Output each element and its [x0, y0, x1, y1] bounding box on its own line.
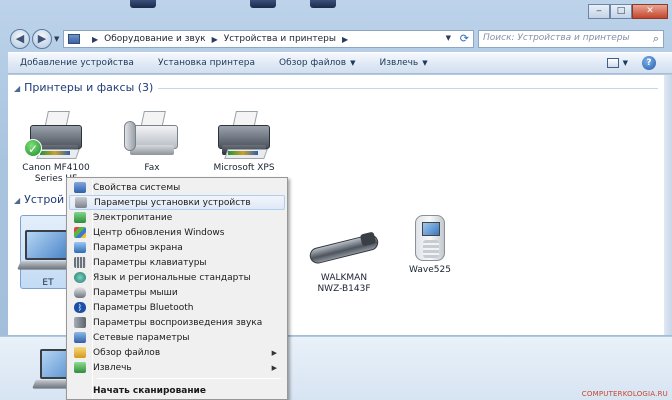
view-dropdown-icon[interactable]: ▼	[623, 59, 628, 67]
mouse-icon	[74, 287, 86, 298]
submenu-arrow-icon: ▶	[271, 348, 277, 357]
eject-button[interactable]: Извлечь ▼	[368, 58, 440, 68]
content-scrollbar[interactable]	[664, 75, 672, 335]
context-menu: Свойства системы Параметры установки уст…	[66, 177, 288, 400]
control-panel-icon	[68, 34, 80, 44]
collapse-arrow-icon[interactable]: ◢	[14, 84, 20, 93]
menu-item-bluetooth-settings[interactable]: ᛒ Параметры Bluetooth	[69, 300, 285, 315]
printer-canon[interactable]: ✓ Canon MF4100 Series UF	[18, 111, 94, 185]
breadcrumb-separator-icon[interactable]: ▶	[212, 35, 218, 44]
menu-item-start-scan[interactable]: Начать сканирование	[69, 383, 285, 398]
menu-item-region-language[interactable]: Язык и региональные стандарты	[69, 270, 285, 285]
add-device-button[interactable]: Добавление устройства	[8, 58, 146, 68]
search-placeholder: Поиск: Устройства и принтеры	[483, 33, 630, 43]
group-divider	[158, 88, 658, 89]
group-header-printers[interactable]: ◢ Принтеры и факсы (3)	[14, 81, 153, 94]
keyboard-icon	[74, 257, 86, 268]
close-button[interactable]: ✕	[632, 4, 668, 19]
address-dropdown-icon[interactable]: ▼	[446, 34, 451, 42]
folder-icon	[74, 347, 86, 358]
change-view-icon[interactable]	[606, 58, 619, 68]
breadcrumb-item-hardware[interactable]: Оборудование и звук	[104, 34, 205, 44]
chevron-down-icon: ▼	[422, 59, 428, 67]
device-label: Microsoft XPS	[213, 163, 275, 173]
breadcrumb-separator-icon[interactable]: ▶	[342, 35, 348, 44]
maximize-button[interactable]: □	[610, 4, 632, 19]
devices-and-printers-window: ‒ □ ✕ ◀ ▶ ▼ ▶ Оборудование и звук ▶ Устр…	[0, 0, 672, 400]
power-icon	[74, 212, 86, 223]
help-icon[interactable]: ?	[642, 56, 656, 70]
menu-item-mouse-settings[interactable]: Параметры мыши	[69, 285, 285, 300]
menu-item-sound-playback[interactable]: Параметры воспроизведения звука	[69, 315, 285, 330]
minimize-button[interactable]: ‒	[588, 4, 610, 19]
menu-item-system-properties[interactable]: Свойства системы	[69, 180, 285, 195]
bluetooth-icon: ᛒ	[74, 302, 86, 313]
printer-icon: ✓	[24, 111, 86, 161]
search-icon[interactable]: ⌕	[653, 32, 659, 46]
back-arrow-icon: ◀	[15, 32, 25, 45]
menu-item-power-options[interactable]: Электропитание	[69, 210, 285, 225]
command-bar: Добавление устройства Установка принтера…	[8, 52, 672, 74]
windows-update-icon	[74, 227, 86, 238]
title-bar: ‒ □ ✕	[0, 0, 672, 24]
back-button[interactable]: ◀	[10, 29, 30, 49]
printer-xps[interactable]: Microsoft XPS	[206, 111, 282, 174]
menu-separator	[97, 378, 281, 379]
menu-item-network-settings[interactable]: Сетевые параметры	[69, 330, 285, 345]
display-icon	[74, 242, 86, 253]
group-header-devices[interactable]: ◢ Устрой	[14, 193, 64, 206]
navigation-row: ◀ ▶ ▼ ▶ Оборудование и звук ▶ Устройства…	[0, 26, 672, 52]
device-label: Wave525	[409, 265, 451, 275]
refresh-icon[interactable]: ⟳	[460, 32, 469, 45]
menu-item-eject[interactable]: Извлечь ▶	[69, 360, 285, 375]
menu-item-device-installation[interactable]: Параметры установки устройств	[69, 195, 285, 210]
device-wave525[interactable]: Wave525	[392, 215, 468, 276]
device-install-icon	[75, 197, 87, 208]
network-icon	[74, 332, 86, 343]
system-properties-icon	[74, 182, 86, 193]
history-dropdown-icon[interactable]: ▼	[54, 35, 59, 43]
browse-files-button[interactable]: Обзор файлов ▼	[267, 58, 368, 68]
address-bar[interactable]: ▶ Оборудование и звук ▶ Устройства и при…	[63, 30, 474, 48]
collapse-arrow-icon[interactable]: ◢	[14, 196, 20, 205]
forward-button[interactable]: ▶	[32, 29, 52, 49]
menu-item-keyboard-settings[interactable]: Параметры клавиатуры	[69, 255, 285, 270]
menu-item-browse-files[interactable]: Обзор файлов ▶	[69, 345, 285, 360]
mobile-phone-icon	[415, 215, 445, 261]
add-printer-button[interactable]: Установка принтера	[146, 58, 267, 68]
breadcrumb-separator-icon[interactable]: ▶	[92, 35, 98, 44]
toolbar-right: ▼ ?	[606, 56, 656, 70]
chevron-down-icon: ▼	[350, 59, 356, 67]
printer-icon	[214, 111, 274, 161]
caption-buttons: ‒ □ ✕	[588, 4, 668, 19]
fax-icon	[122, 111, 182, 161]
device-label: NWZ-B143F	[317, 284, 371, 294]
device-walkman[interactable]: WALKMAN NWZ-B143F	[306, 225, 382, 295]
device-label: WALKMAN	[320, 273, 368, 283]
submenu-arrow-icon: ▶	[271, 363, 277, 372]
watermark: COMPUTERKOLOGIA.RU	[581, 390, 668, 398]
menu-item-display-settings[interactable]: Параметры экрана	[69, 240, 285, 255]
device-label: Canon MF4100	[22, 163, 90, 173]
menu-item-windows-update[interactable]: Центр обновления Windows	[69, 225, 285, 240]
eject-icon	[74, 362, 86, 373]
default-printer-check-icon: ✓	[24, 139, 42, 157]
device-label: Fax	[144, 163, 160, 173]
search-input[interactable]: Поиск: Устройства и принтеры ⌕	[478, 30, 664, 48]
mp3-player-icon	[308, 225, 380, 269]
breadcrumb-item-devices[interactable]: Устройства и принтеры	[224, 34, 336, 44]
globe-icon	[74, 272, 86, 283]
speaker-icon	[74, 317, 86, 328]
forward-arrow-icon: ▶	[37, 32, 47, 45]
printer-fax[interactable]: Fax	[114, 111, 190, 174]
taskbar-thumbnails	[120, 0, 360, 10]
